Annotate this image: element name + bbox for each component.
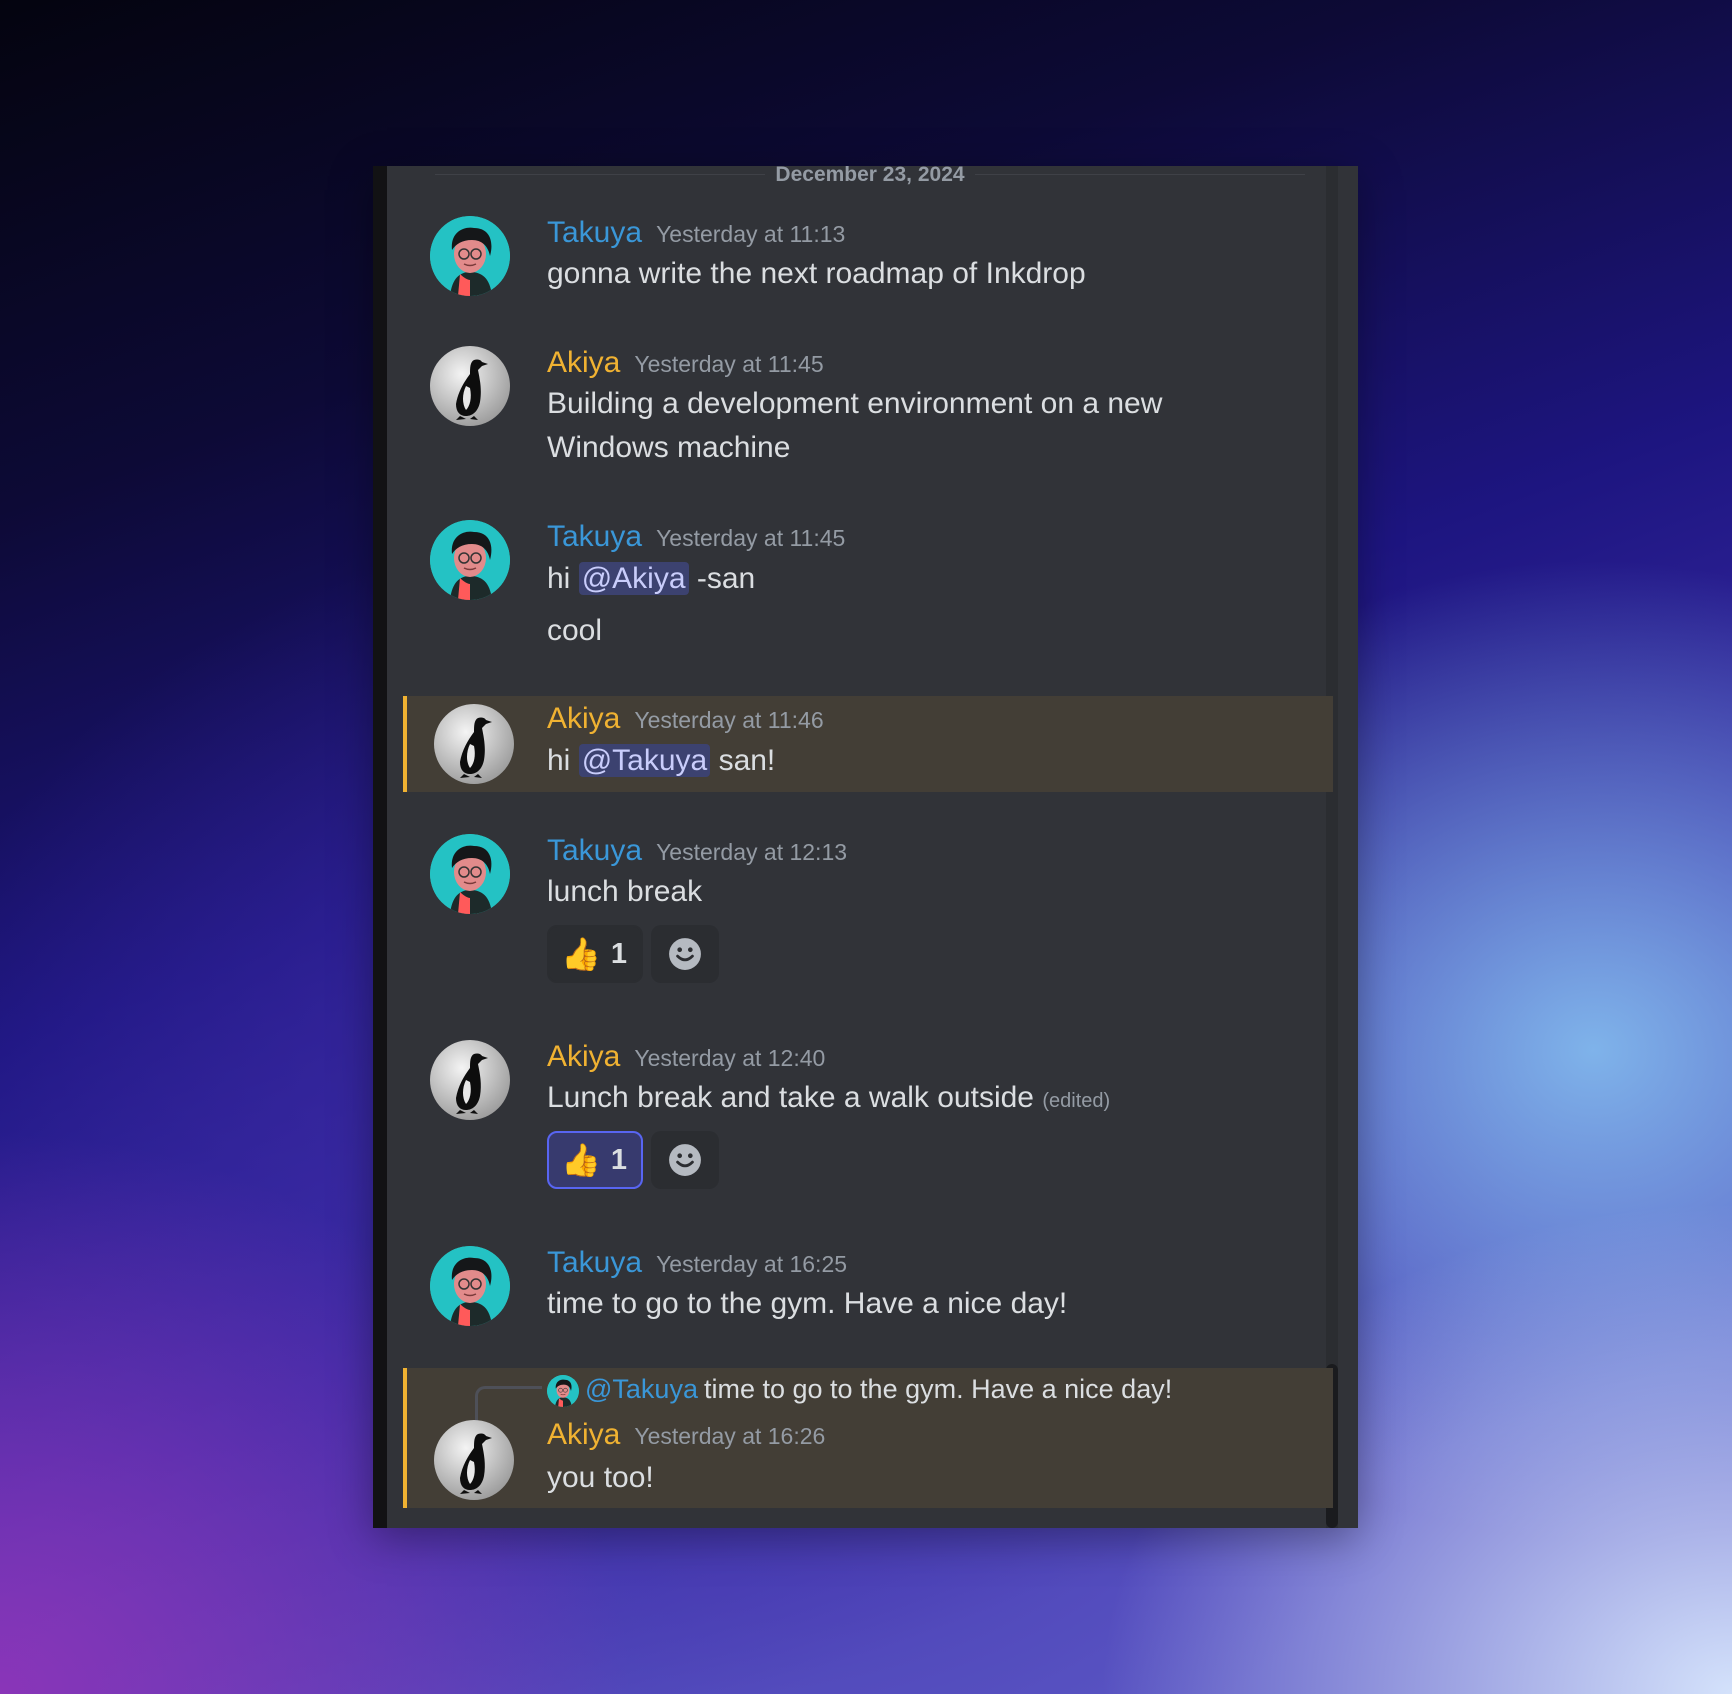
message[interactable]: Takuya Yesterday at 11:45 hi @Akiya -san … (403, 520, 1329, 660)
avatar-akiya[interactable] (430, 1040, 510, 1120)
reply-preview-text[interactable]: time to go to the gym. Have a nice day! (704, 1374, 1172, 1404)
message-highlighted[interactable]: Akiya Yesterday at 11:46 hi @Takuya san! (403, 696, 1333, 792)
timestamp[interactable]: Yesterday at 12:13 (656, 839, 847, 865)
avatar-akiya[interactable] (430, 346, 510, 426)
author-name[interactable]: Takuya (547, 520, 642, 553)
user-mention[interactable]: @Takuya (578, 744, 711, 777)
author-name[interactable]: Akiya (547, 1418, 620, 1451)
edited-label: (edited) (1042, 1090, 1111, 1112)
timestamp[interactable]: Yesterday at 11:45 (634, 351, 823, 377)
timestamp[interactable]: Yesterday at 11:45 (656, 525, 845, 551)
message-text: gonna write the next roadmap of Inkdrop (547, 257, 1086, 290)
avatar-takuya[interactable] (430, 834, 510, 914)
message-text-post: san! (718, 744, 776, 777)
avatar-akiya[interactable] (434, 1420, 514, 1500)
message-text: time to go to the gym. Have a nice day! (547, 1287, 1068, 1320)
author-name[interactable]: Takuya (547, 1246, 642, 1279)
add-reaction-button[interactable] (650, 1131, 719, 1189)
avatar-takuya[interactable] (430, 520, 510, 600)
message-text: you too! (547, 1461, 654, 1494)
date-divider-label: December 23, 2024 (765, 166, 975, 186)
author-name[interactable]: Akiya (547, 1040, 620, 1073)
message-text: Lunch break and take a walk outside (edi… (547, 1076, 1110, 1123)
message-text-post: -san (696, 562, 756, 595)
message-text-body: Lunch break and take a walk outside (547, 1081, 1034, 1114)
reaction-thumbs-up[interactable]: 👍 1 (547, 925, 643, 983)
smiley-add-reaction-icon (668, 1143, 702, 1177)
message[interactable]: Takuya Yesterday at 11:13 gonna write the… (403, 216, 1329, 316)
reply-avatar-takuya (547, 1375, 579, 1407)
avatar-takuya[interactable] (430, 216, 510, 296)
thumbs-up-icon: 👍 (561, 1142, 601, 1178)
reactions-bar: 👍 1 (547, 925, 719, 983)
reaction-count: 1 (610, 937, 627, 970)
smiley-add-reaction-icon (668, 937, 702, 971)
avatar-takuya[interactable] (430, 1246, 510, 1326)
message[interactable]: Takuya Yesterday at 16:25 time to go to t… (403, 1246, 1329, 1346)
user-mention[interactable]: @Akiya (578, 562, 689, 595)
reply-mention[interactable]: @Takuya (585, 1374, 698, 1404)
author-name[interactable]: Akiya (547, 702, 620, 735)
message-text: Windows machine (547, 431, 791, 464)
timestamp[interactable]: Yesterday at 12:40 (634, 1045, 825, 1071)
date-divider: December 23, 2024 (435, 166, 1305, 186)
timestamp[interactable]: Yesterday at 11:46 (634, 707, 823, 733)
left-rail (373, 166, 387, 1528)
message-text: hi @Akiya -san (547, 557, 755, 601)
author-name[interactable]: Takuya (547, 216, 642, 249)
message[interactable]: Akiya Yesterday at 11:45 Building a devel… (403, 346, 1329, 486)
message[interactable]: Takuya Yesterday at 12:13 lunch break 👍 1 (403, 834, 1329, 994)
avatar-akiya[interactable] (434, 704, 514, 784)
message[interactable]: Akiya Yesterday at 12:40 Lunch break and … (403, 1040, 1329, 1210)
timestamp[interactable]: Yesterday at 11:13 (656, 221, 845, 247)
message-reply-highlighted[interactable]: @Takuya time to go to the gym. Have a nic… (403, 1368, 1333, 1508)
thumbs-up-icon: 👍 (561, 936, 601, 972)
reaction-thumbs-up[interactable]: 👍 1 (547, 1131, 643, 1189)
reply-reference[interactable]: @Takuya time to go to the gym. Have a nic… (547, 1372, 1172, 1407)
message-text: Building a development environment on a … (547, 387, 1163, 420)
add-reaction-button[interactable] (650, 925, 719, 983)
author-name[interactable]: Akiya (547, 346, 620, 379)
reaction-count: 1 (610, 1143, 627, 1176)
reactions-bar: 👍 1 (547, 1131, 719, 1189)
message-text-pre: hi (547, 744, 571, 777)
timestamp[interactable]: Yesterday at 16:25 (656, 1251, 847, 1277)
message-text: cool (547, 614, 603, 647)
message-text: lunch break (547, 875, 703, 908)
message-text-pre: hi (547, 562, 571, 595)
message-text: hi @Takuya san! (547, 739, 775, 783)
chat-window: December 23, 2024 Takuya Yesterday at 11:… (373, 166, 1358, 1528)
author-name[interactable]: Takuya (547, 834, 642, 867)
timestamp[interactable]: Yesterday at 16:26 (634, 1423, 825, 1449)
reply-connector (475, 1386, 542, 1423)
